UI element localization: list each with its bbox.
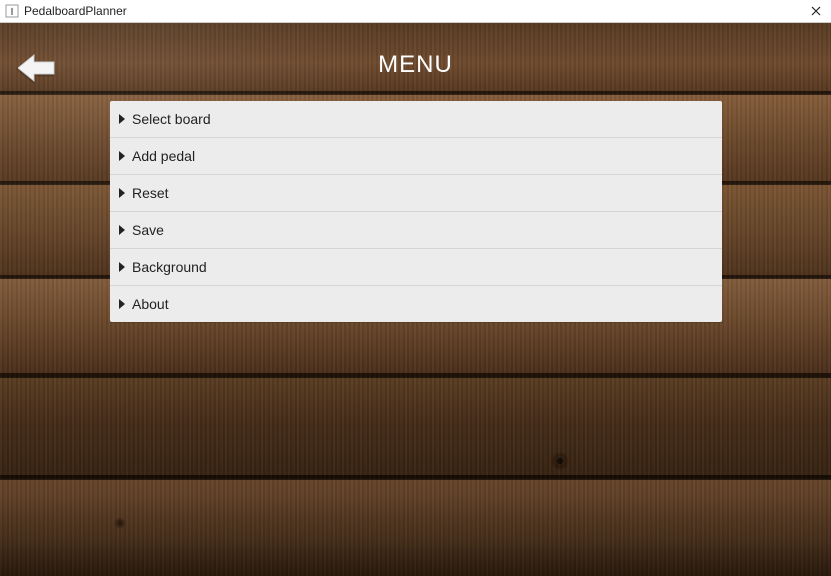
chevron-right-icon xyxy=(118,114,126,124)
chevron-right-icon xyxy=(118,262,126,272)
chevron-right-icon xyxy=(118,299,126,309)
menu-item-label: Select board xyxy=(132,111,211,127)
menu-item-label: Save xyxy=(132,222,164,238)
menu-item-label: Background xyxy=(132,259,207,275)
app-icon xyxy=(4,3,20,19)
menu-item-background[interactable]: Background xyxy=(110,249,722,286)
menu-item-label: Add pedal xyxy=(132,148,195,164)
menu-item-select-board[interactable]: Select board xyxy=(110,101,722,138)
menu-item-about[interactable]: About xyxy=(110,286,722,322)
menu-title: MENU xyxy=(0,51,831,79)
menu-item-label: About xyxy=(132,296,169,312)
chevron-right-icon xyxy=(118,225,126,235)
window-titlebar: PedalboardPlanner xyxy=(0,0,831,23)
menu-item-save[interactable]: Save xyxy=(110,212,722,249)
window-title: PedalboardPlanner xyxy=(24,4,127,18)
window-close-button[interactable] xyxy=(801,0,831,22)
chevron-right-icon xyxy=(118,151,126,161)
menu-item-add-pedal[interactable]: Add pedal xyxy=(110,138,722,175)
app-viewport: MENU Select board Add pedal Reset Save B… xyxy=(0,23,831,576)
chevron-right-icon xyxy=(118,188,126,198)
menu-item-reset[interactable]: Reset xyxy=(110,175,722,212)
menu-item-label: Reset xyxy=(132,185,169,201)
close-icon xyxy=(811,6,821,16)
menu-panel: Select board Add pedal Reset Save Backgr… xyxy=(110,101,722,322)
